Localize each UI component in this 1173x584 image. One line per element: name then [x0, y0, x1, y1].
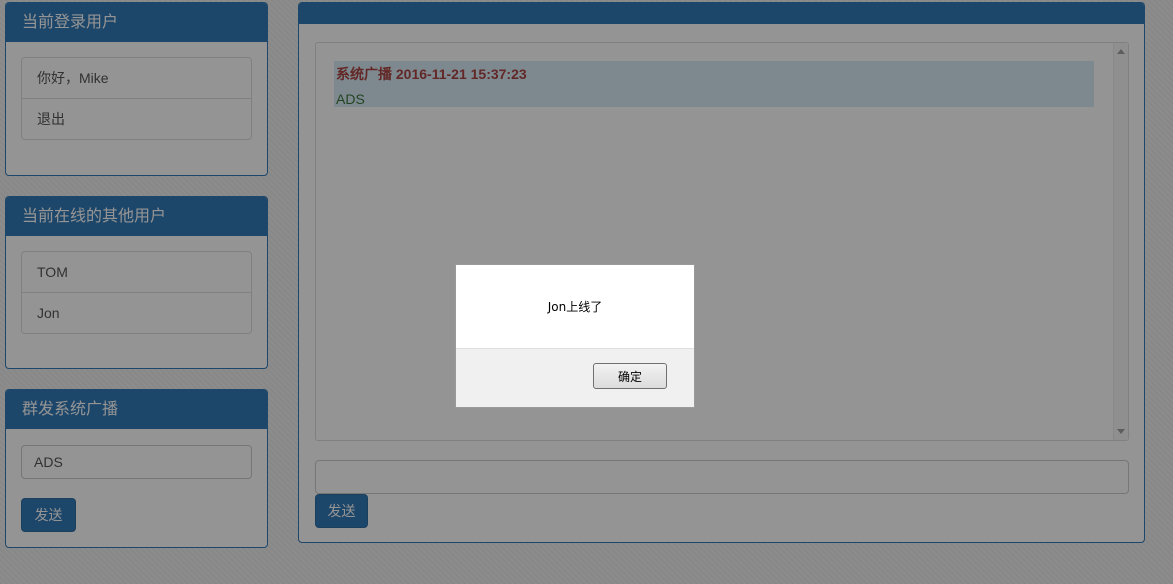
alert-footer: 确定	[456, 348, 694, 407]
alert-message: Jon上线了	[547, 300, 603, 314]
alert-dialog: Jon上线了 确定	[455, 264, 695, 408]
alert-ok-button[interactable]: 确定	[593, 363, 667, 389]
